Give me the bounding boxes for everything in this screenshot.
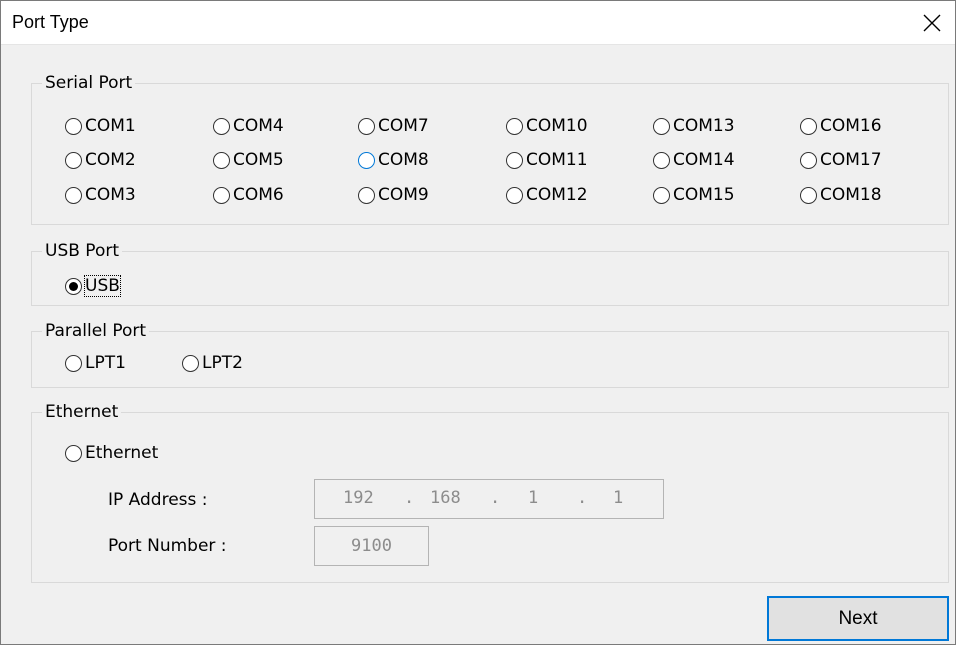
radio-label: COM13 xyxy=(673,116,735,136)
radio-label: COM6 xyxy=(233,185,284,205)
radio-label: COM18 xyxy=(820,185,882,205)
radio-label: COM10 xyxy=(526,116,588,136)
radio-circle[interactable] xyxy=(213,151,230,169)
port-type-dialog: Port Type Serial Port COM1 COM2 COM3 COM… xyxy=(0,0,956,645)
window-title: Port Type xyxy=(12,12,89,32)
ip-octet-2[interactable]: 168 xyxy=(430,488,461,508)
radio-circle[interactable] xyxy=(653,186,670,204)
radio-circle[interactable] xyxy=(358,117,375,135)
radio-label: COM3 xyxy=(85,185,136,205)
ip-address-field[interactable]: 192 . 168 . 1 . 1 xyxy=(314,479,664,519)
radio-com5[interactable]: COM5 xyxy=(213,150,284,170)
radio-circle[interactable] xyxy=(65,186,82,204)
radio-lpt1[interactable]: LPT1 xyxy=(65,353,126,373)
parallel-port-label: Parallel Port xyxy=(45,321,147,341)
radio-com6[interactable]: COM6 xyxy=(213,185,284,205)
close-button[interactable] xyxy=(909,1,955,44)
radio-com1[interactable]: COM1 xyxy=(65,116,136,136)
radio-label: COM17 xyxy=(820,150,882,170)
ip-dot: . xyxy=(577,488,588,508)
radio-lpt2[interactable]: LPT2 xyxy=(182,353,243,373)
radio-com7[interactable]: COM7 xyxy=(358,116,429,136)
usb-port-group: USB Port xyxy=(31,241,949,306)
radio-circle[interactable] xyxy=(358,151,375,169)
radio-circle[interactable] xyxy=(65,277,82,295)
radio-label: COM12 xyxy=(526,185,588,205)
radio-circle[interactable] xyxy=(800,186,817,204)
radio-label: COM4 xyxy=(233,116,284,136)
radio-label: COM16 xyxy=(820,116,882,136)
radio-label: COM1 xyxy=(85,116,136,136)
radio-label: COM2 xyxy=(85,150,136,170)
radio-com9[interactable]: COM9 xyxy=(358,185,429,205)
parallel-port-group: Parallel Port xyxy=(31,321,949,388)
radio-circle[interactable] xyxy=(65,444,82,462)
usb-port-label: USB Port xyxy=(45,241,120,261)
radio-label: COM11 xyxy=(526,150,588,170)
radio-ethernet[interactable]: Ethernet xyxy=(65,443,158,463)
radio-com8[interactable]: COM8 xyxy=(358,150,429,170)
port-number-value: 9100 xyxy=(351,536,392,556)
radio-label: COM7 xyxy=(378,116,429,136)
radio-com13[interactable]: COM13 xyxy=(653,116,735,136)
ip-octet-1[interactable]: 192 xyxy=(343,488,374,508)
radio-com18[interactable]: COM18 xyxy=(800,185,882,205)
radio-circle[interactable] xyxy=(65,151,82,169)
radio-circle[interactable] xyxy=(506,117,523,135)
radio-label: COM14 xyxy=(673,150,735,170)
radio-label: LPT1 xyxy=(85,353,126,373)
radio-circle[interactable] xyxy=(213,117,230,135)
radio-label: COM8 xyxy=(378,150,429,170)
radio-label: COM9 xyxy=(378,185,429,205)
radio-com4[interactable]: COM4 xyxy=(213,116,284,136)
next-button[interactable]: Next xyxy=(767,596,949,641)
radio-com3[interactable]: COM3 xyxy=(65,185,136,205)
ip-dot: . xyxy=(404,488,415,508)
radio-circle[interactable] xyxy=(506,186,523,204)
radio-label: Ethernet xyxy=(85,443,159,463)
radio-com17[interactable]: COM17 xyxy=(800,150,882,170)
radio-com2[interactable]: COM2 xyxy=(65,150,136,170)
radio-circle[interactable] xyxy=(506,151,523,169)
ip-dot: . xyxy=(490,488,501,508)
radio-circle[interactable] xyxy=(653,151,670,169)
radio-com11[interactable]: COM11 xyxy=(506,150,588,170)
radio-com12[interactable]: COM12 xyxy=(506,185,588,205)
radio-usb[interactable]: USB xyxy=(65,275,121,297)
radio-label: LPT2 xyxy=(202,353,243,373)
radio-circle[interactable] xyxy=(213,186,230,204)
ethernet-label: Ethernet xyxy=(45,402,119,422)
radio-com14[interactable]: COM14 xyxy=(653,150,735,170)
serial-port-label: Serial Port xyxy=(45,73,133,93)
radio-com15[interactable]: COM15 xyxy=(653,185,735,205)
ip-octet-3[interactable]: 1 xyxy=(528,488,538,508)
port-number-field[interactable]: 9100 xyxy=(314,526,429,566)
ip-address-label: IP Address : xyxy=(108,490,208,510)
radio-circle[interactable] xyxy=(65,354,82,372)
radio-circle[interactable] xyxy=(358,186,375,204)
port-number-label: Port Number : xyxy=(108,536,227,556)
radio-circle[interactable] xyxy=(800,151,817,169)
radio-com10[interactable]: COM10 xyxy=(506,116,588,136)
radio-circle[interactable] xyxy=(65,117,82,135)
radio-label: USB xyxy=(84,275,121,297)
title-bar: Port Type xyxy=(1,1,955,45)
radio-circle[interactable] xyxy=(182,354,199,372)
radio-circle[interactable] xyxy=(800,117,817,135)
radio-label: COM5 xyxy=(233,150,284,170)
radio-com16[interactable]: COM16 xyxy=(800,116,882,136)
radio-circle[interactable] xyxy=(653,117,670,135)
ip-octet-4[interactable]: 1 xyxy=(613,488,623,508)
radio-label: COM15 xyxy=(673,185,735,205)
close-icon xyxy=(923,14,941,31)
